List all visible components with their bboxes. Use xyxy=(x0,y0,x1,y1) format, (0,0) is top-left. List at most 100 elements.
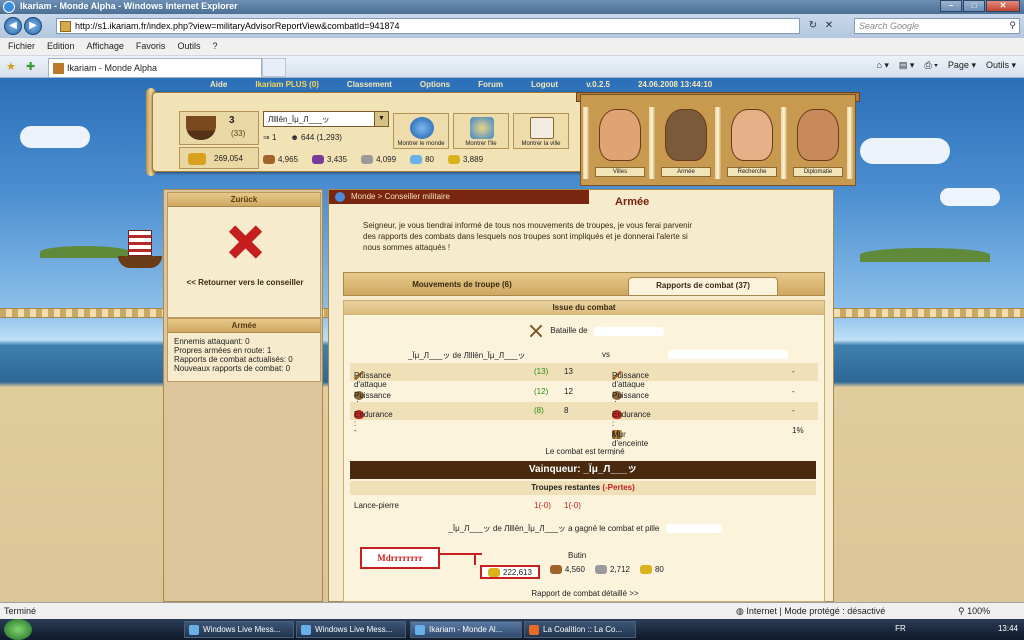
menu-affichage[interactable]: Affichage xyxy=(87,41,124,55)
game-version: v.0.2.5 xyxy=(586,80,610,89)
winner-banner: Vainqueur: _Ϊμ_Л___ッ xyxy=(350,461,816,479)
report-tabs: Mouvements de troupe (6) Rapports de com… xyxy=(343,272,825,296)
status-bar: Terminé ◍ Internet | Mode protégé : désa… xyxy=(0,602,1024,619)
messenger-icon xyxy=(301,625,311,635)
back-to-advisor-link[interactable]: << Retourner vers le conseiller xyxy=(168,278,322,287)
nav-classement[interactable]: Classement xyxy=(347,80,392,89)
general-portrait xyxy=(665,109,707,161)
language-indicator[interactable]: FR xyxy=(895,624,906,633)
menu-edition[interactable]: Edition xyxy=(47,41,75,55)
add-favorite-icon[interactable]: ✚ xyxy=(26,60,35,73)
favorites-star-icon[interactable]: ★ xyxy=(6,60,16,73)
minimize-button[interactable]: – xyxy=(940,0,962,12)
search-input[interactable]: Search Google ⚲ xyxy=(854,18,1020,34)
address-field[interactable]: http://s1.ikariam.fr/index.php?view=mili… xyxy=(56,18,800,34)
column xyxy=(781,107,787,179)
taskbar-item[interactable]: Windows Live Mess... xyxy=(184,621,294,638)
censored-block xyxy=(668,350,788,359)
new-tab-button[interactable] xyxy=(262,58,286,77)
tab-title: Ikariam - Monde Alpha xyxy=(67,63,158,73)
sulfur-icon xyxy=(448,155,460,165)
nav-ikariam-plus[interactable]: Ikariam PLUS (0) xyxy=(255,80,319,89)
column xyxy=(583,107,589,179)
advisor-diplomacy[interactable]: Diplomatie xyxy=(793,109,843,177)
feeds-icon[interactable]: ▤ ▾ xyxy=(899,60,915,71)
back-button[interactable]: ◀ xyxy=(4,17,22,35)
search-icon[interactable]: ⚲ xyxy=(1009,20,1016,31)
menu-outils[interactable]: Outils xyxy=(177,41,200,55)
chevron-down-icon[interactable]: ▼ xyxy=(374,112,388,126)
ship-illustration xyxy=(118,230,162,270)
globe-icon xyxy=(335,192,345,202)
home-icon[interactable]: ⌂ ▾ xyxy=(876,60,888,71)
action-points: ⇒ 1 xyxy=(263,133,277,142)
town-sub-count: (33) xyxy=(231,129,246,138)
army-box-title: Armée xyxy=(168,319,320,333)
cloud xyxy=(20,126,90,148)
taskbar-item-active[interactable]: Ikariam - Monde Al... xyxy=(410,621,522,638)
nav-logout[interactable]: Logout xyxy=(531,80,558,89)
clock[interactable]: 13:44 xyxy=(998,624,1018,633)
show-island-button[interactable]: Montrer l'île xyxy=(453,113,509,149)
censored-block xyxy=(665,524,722,534)
town-count: 3 xyxy=(229,115,235,126)
nav-forum[interactable]: Forum xyxy=(478,80,503,89)
tools-menu[interactable]: Outils ▾ xyxy=(986,60,1016,71)
breadcrumb-text[interactable]: Monde > Conseiller militaire xyxy=(351,192,450,201)
tab-combat-reports[interactable]: Rapports de combat (37) xyxy=(628,277,778,295)
stat-bonus: (12) xyxy=(534,387,549,396)
page-menu[interactable]: Page ▾ xyxy=(948,60,976,71)
tab-ikariam[interactable]: Ikariam - Monde Alpha xyxy=(48,58,262,77)
combat-end-text: Le combat est terminé xyxy=(545,447,625,456)
nav-options[interactable]: Options xyxy=(420,80,450,89)
forward-button[interactable]: ▶ xyxy=(24,17,42,35)
taskbar-item[interactable]: La Coalition :: La Co... xyxy=(524,621,636,638)
advisor-cities[interactable]: Villes xyxy=(595,109,645,177)
detailed-report-link[interactable]: Rapport de combat détaillé >> xyxy=(344,589,826,598)
population: ☻ 644 (1,293) xyxy=(290,133,342,142)
gold-icon xyxy=(488,568,500,578)
refresh-icon[interactable]: ↻ xyxy=(806,18,820,34)
red-x-icon xyxy=(228,225,262,259)
menu-fichier[interactable]: Fichier xyxy=(8,41,35,55)
combatants: _Ϊμ_Л___ッ de Лlllēn_Ϊμ_Л___ッ vs xyxy=(408,350,828,361)
menu-favoris[interactable]: Favoris xyxy=(136,41,166,55)
tab-troop-movements[interactable]: Mouvements de troupe (6) xyxy=(344,277,580,295)
start-button[interactable] xyxy=(4,619,32,640)
army-box: Armée Ennemis attaquant: 0 Propres armée… xyxy=(167,318,321,382)
game-top-nav: Aide Ikariam PLUS (0) Classement Options… xyxy=(210,80,740,89)
booty-row: 222,613 4,560 2,712 80 xyxy=(480,565,664,579)
show-city-button[interactable]: Montrer la ville xyxy=(513,113,569,149)
booty-sulfur: 80 xyxy=(639,565,664,579)
attacker-name: _Ϊμ_Л___ッ de Лlllēn_Ϊμ_Л___ッ xyxy=(408,351,526,360)
security-zone[interactable]: ◍ Internet | Mode protégé : désactivé xyxy=(736,606,885,617)
towns-box[interactable] xyxy=(179,111,259,145)
defender-stat-value: - xyxy=(792,406,795,415)
print-icon[interactable]: ⎙ ▾ xyxy=(924,60,937,71)
taskbar-item[interactable]: Windows Live Mess... xyxy=(296,621,406,638)
menu-help[interactable]: ? xyxy=(212,41,217,55)
address-tools: ↻ ✕ xyxy=(806,18,836,34)
versus-label: vs xyxy=(602,350,610,359)
zoom-level[interactable]: ⚲ 100% xyxy=(958,606,990,617)
close-button[interactable]: ✕ xyxy=(986,0,1020,12)
advisor-research[interactable]: Recherche xyxy=(727,109,777,177)
taskbar: Windows Live Mess... Windows Live Mess..… xyxy=(0,619,1024,640)
ie-logo-icon xyxy=(3,1,15,13)
show-world-button[interactable]: Montrer le monde xyxy=(393,113,449,149)
island xyxy=(40,246,130,258)
city-select[interactable]: Лlllēn_Ϊμ_Л___ッ ▼ xyxy=(263,111,389,127)
command-bar: ⌂ ▾ ▤ ▾ ⎙ ▾ Page ▾ Outils ▾ xyxy=(876,60,1016,71)
nav-aide[interactable]: Aide xyxy=(210,80,227,89)
column xyxy=(649,107,655,179)
advisor-army[interactable]: Armée xyxy=(661,109,711,177)
maximize-button[interactable]: □ xyxy=(963,0,985,12)
globe-icon xyxy=(410,117,434,139)
stop-icon[interactable]: ✕ xyxy=(822,18,836,34)
resources-row: 4,965 3,435 4,099 80 3,889 xyxy=(263,155,483,165)
defender-remaining: 1(-0) xyxy=(564,501,581,510)
gold-value: 269,054 xyxy=(214,154,243,163)
stat-value: 12 xyxy=(564,387,573,396)
diplomat-portrait xyxy=(797,109,839,161)
firefox-icon xyxy=(529,625,539,635)
